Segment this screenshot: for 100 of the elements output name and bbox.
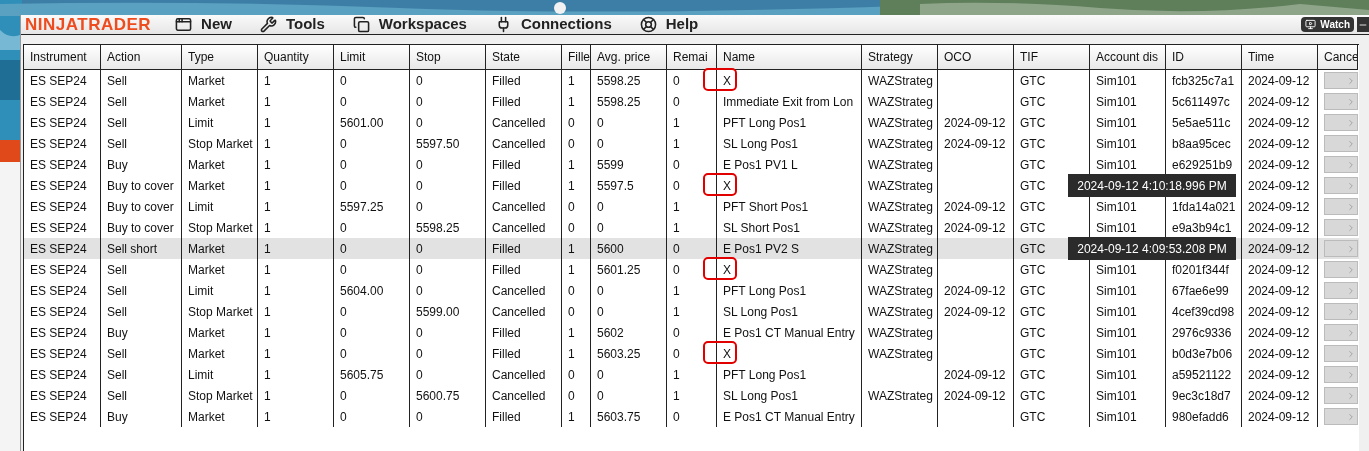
menu-item[interactable]: Tools [259, 13, 325, 36]
table-cell-text: GTC [1020, 303, 1046, 321]
table-cell-text: f0201f344f [1172, 261, 1229, 279]
table-cell-text: 0 [597, 282, 604, 300]
cancel-button[interactable] [1324, 177, 1358, 194]
table-cell-text: GTC [1020, 261, 1046, 279]
menu-item[interactable]: Workspaces [352, 13, 467, 36]
table-cell-text: SL Long Pos1 [723, 135, 798, 153]
cancel-button[interactable] [1324, 366, 1358, 383]
table-cell-text: E Pos1 PV1 L [723, 156, 798, 174]
cancel-button[interactable] [1324, 408, 1358, 425]
column-header[interactable]: Remai [667, 45, 717, 70]
cancel-button[interactable] [1324, 282, 1358, 299]
table-cell-text: Market [188, 324, 225, 342]
table-cell-text: 1 [264, 219, 271, 237]
table-cell-text: 1 [568, 93, 575, 111]
table-cell-text: SL Long Pos1 [723, 387, 798, 405]
menu-item[interactable]: Connections [494, 13, 612, 36]
column-header[interactable]: Quantity [258, 45, 334, 70]
table-cell-text: b8aa95cec [1172, 135, 1231, 153]
table-cell-text: 2024-09-12 [1248, 135, 1310, 153]
table-cell-text: 2024-09-12 [1248, 156, 1310, 174]
table-cell-text: 0 [568, 114, 575, 132]
table-cell-text: GTC [1020, 240, 1046, 258]
order-row[interactable]: ES SEP24 Sell short Market 1 0 0 Filled 1 5600 0 E Pos1 PV2 S WAZStrateg GTC 2024-09-12 4:09:53.208 PM 2024-09-12 [24, 238, 1359, 259]
table-cell-text: Sim101 [1096, 345, 1137, 363]
table-cell-text: 1 [264, 366, 271, 384]
column-header[interactable]: Name [717, 45, 862, 70]
table-cell-text: ES SEP24 [30, 198, 87, 216]
table-cell-text: Sim101 [1096, 324, 1137, 342]
table-cell-text: Filled [492, 408, 521, 426]
cancel-button[interactable] [1324, 324, 1358, 341]
cancel-button[interactable] [1324, 72, 1358, 89]
table-cell-text: 1 [264, 156, 271, 174]
cancel-button[interactable] [1324, 387, 1358, 404]
table-cell-text: 0 [568, 366, 575, 384]
column-header[interactable]: TIF [1014, 45, 1090, 70]
table-cell-text: ES SEP24 [30, 345, 87, 363]
table-cell-text: 0 [416, 345, 423, 363]
table-cell-text: WAZStrateg [868, 282, 933, 300]
cancel-button[interactable] [1324, 93, 1358, 110]
column-header[interactable]: Instrument [24, 45, 101, 70]
minimize-button[interactable] [1357, 17, 1369, 32]
table-cell-text: 5c611497c [1172, 93, 1230, 111]
cancel-button[interactable] [1324, 219, 1358, 236]
table-cell-text: 2024-09-12 [944, 114, 1006, 132]
table-cell-text: WAZStrateg [868, 387, 933, 405]
table-cell-text: Stop Market [188, 387, 253, 405]
menu-item[interactable]: New [175, 13, 232, 36]
table-cell-text: Sell [107, 93, 127, 111]
table-cell-text: Sell [107, 345, 127, 363]
cancel-button[interactable] [1324, 261, 1358, 278]
table-cell-text: Cancelled [492, 114, 546, 132]
cancel-button[interactable] [1324, 114, 1358, 131]
table-cell-text: 1 [264, 345, 271, 363]
table-cell-text: 1 [568, 177, 575, 195]
table-cell-text: GTC [1020, 408, 1046, 426]
table-cell-text: ES SEP24 [30, 282, 87, 300]
column-header[interactable]: Limit [334, 45, 410, 70]
table-cell-text: Stop Market [188, 303, 253, 321]
cancel-button[interactable] [1324, 303, 1358, 320]
table-cell-text: GTC [1020, 72, 1046, 90]
table-cell-text: 2024-09-12 [1248, 177, 1310, 195]
column-header[interactable]: Stop [410, 45, 486, 70]
watch-button[interactable]: Watch [1301, 17, 1354, 32]
column-header[interactable]: OCO [938, 45, 1014, 70]
column-header[interactable]: Fille [562, 45, 591, 70]
table-cell-text: 5601.25 [597, 261, 641, 279]
table-cell-text: 0 [597, 387, 604, 405]
chevron-icon [1346, 75, 1356, 86]
table-cell-text: 0 [673, 261, 680, 279]
column-header[interactable]: Type [182, 45, 258, 70]
table-cell-text: Buy [107, 156, 128, 174]
column-header[interactable]: State [486, 45, 562, 70]
menu-item[interactable]: Help [639, 13, 699, 36]
cancel-button[interactable] [1324, 345, 1358, 362]
column-header[interactable]: Avg. price [591, 45, 667, 70]
table-cell-text: 0 [416, 282, 423, 300]
cancel-button[interactable] [1324, 198, 1358, 215]
table-cell-text: PFT Long Pos1 [723, 366, 807, 384]
column-header[interactable]: Account dis [1090, 45, 1166, 70]
table-cell-text: Filled [492, 93, 521, 111]
column-header[interactable]: Strategy [862, 45, 938, 70]
table-cell-text: Limit [188, 198, 214, 216]
table-cell-text: X [723, 261, 731, 279]
cancel-button[interactable] [1324, 135, 1358, 152]
column-header[interactable]: ID [1166, 45, 1242, 70]
table-cell-text: 0 [597, 366, 604, 384]
table-cell-text: 1 [264, 198, 271, 216]
table-cell-text: 1 [568, 408, 575, 426]
column-header[interactable]: Action [101, 45, 182, 70]
chevron-icon [1346, 327, 1356, 338]
table-cell-text: Limit [188, 282, 214, 300]
cancel-button[interactable] [1324, 156, 1358, 173]
table-cell-text: 2024-09-12 [1248, 219, 1310, 237]
cancel-button[interactable] [1324, 240, 1358, 257]
table-cell-text: SL Long Pos1 [723, 303, 798, 321]
table-cell-text: 0 [568, 282, 575, 300]
column-header[interactable]: Time [1242, 45, 1318, 70]
table-cell-text: 5e5ae511c [1172, 114, 1231, 132]
